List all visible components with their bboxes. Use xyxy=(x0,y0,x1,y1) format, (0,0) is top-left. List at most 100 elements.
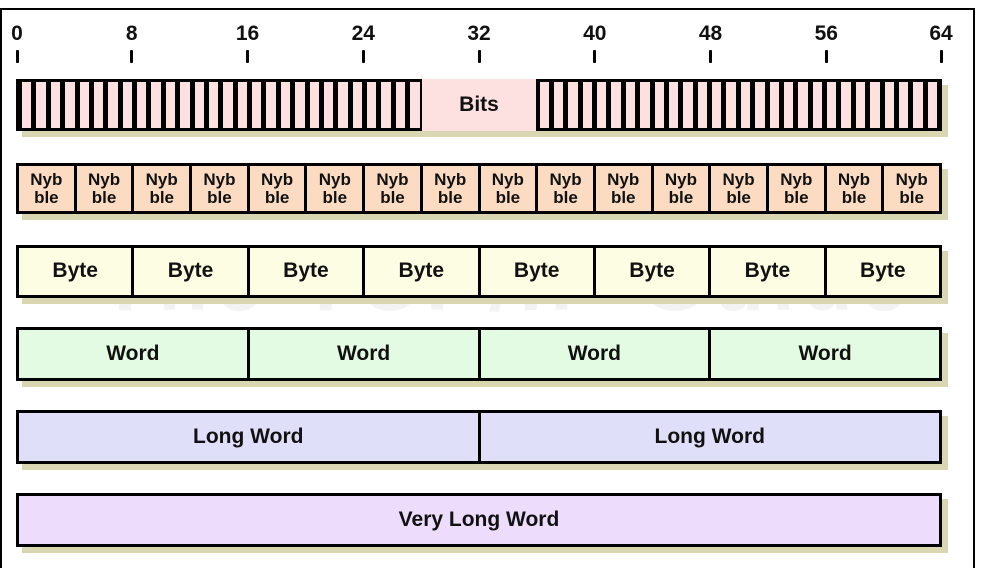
bit-cell xyxy=(194,82,204,128)
bit-cell xyxy=(726,82,736,128)
bit-cell xyxy=(927,82,937,128)
nybble-label-line1: Nyb xyxy=(203,169,236,189)
bit-cell xyxy=(712,82,722,128)
bit-cell xyxy=(122,82,132,128)
bit-cell xyxy=(654,82,664,128)
word-row: Word Word Word Word xyxy=(16,327,948,387)
bit-cell xyxy=(151,82,161,128)
tick-mark xyxy=(939,50,943,63)
bit-cell xyxy=(410,82,420,128)
bit-cell xyxy=(783,82,794,128)
bit-cell xyxy=(539,82,549,128)
nybble-label-line2: ble xyxy=(264,187,290,207)
bit-cell xyxy=(568,82,578,128)
tick-mark xyxy=(593,50,597,63)
bit-cell xyxy=(884,82,894,128)
bit-cell xyxy=(798,82,808,128)
bit-cell xyxy=(266,82,276,128)
bit-cell xyxy=(165,82,176,128)
bit-cell xyxy=(208,82,219,128)
word-cell: Word xyxy=(711,330,939,378)
nybble-label-line1: Nyb xyxy=(318,169,351,189)
nybble-label-line1: Nyb xyxy=(261,169,294,189)
nybble-label-line2: ble xyxy=(610,187,636,207)
nybble-label-line1: Nyb xyxy=(145,169,178,189)
tick-label: 40 xyxy=(583,22,607,45)
nybble-label-line1: Nyb xyxy=(376,169,409,189)
bit-cell xyxy=(352,82,362,128)
nybble-cell: Nyb ble xyxy=(884,166,939,211)
nybble-label-line2: ble xyxy=(784,187,809,207)
nybble-label-line2: ble xyxy=(726,187,751,207)
word-cell: Word xyxy=(480,330,712,378)
bit-cell xyxy=(913,82,923,128)
nybble-cell: Nyb ble xyxy=(134,166,193,211)
bit-cell xyxy=(827,82,837,128)
nybble-row: Nyb ble Nyb ble Nyb ble Nyb ble Nyb ble Nyb ble Nyb b… xyxy=(16,163,948,220)
nybble-label-line1: Nyb xyxy=(895,169,928,189)
tick-mark xyxy=(477,50,481,63)
nybble-cell: Nyb ble xyxy=(538,166,596,211)
byte-cell: Byte xyxy=(595,248,712,295)
nybble-cell: Nyb ble xyxy=(711,166,769,211)
bit-cell xyxy=(755,82,765,128)
word-cell: Word xyxy=(249,330,481,378)
tick-label: 0 xyxy=(11,22,23,45)
bit-cell xyxy=(898,82,909,128)
bit-cell xyxy=(668,82,679,128)
bit-cell xyxy=(812,82,822,128)
tick-label: 16 xyxy=(235,22,260,45)
nybble-label-line2: ble xyxy=(91,187,117,207)
very-long-word-cell: Very Long Word xyxy=(19,496,939,544)
nybble-label-line2: ble xyxy=(322,187,348,207)
very-long-word-row: Very Long Word xyxy=(16,493,948,553)
bit-cell xyxy=(22,82,32,128)
bit-cell xyxy=(50,82,61,128)
nybble-label-line1: Nyb xyxy=(780,169,813,189)
nybble-label-line2: ble xyxy=(899,187,924,207)
bits-row: Bits xyxy=(16,79,948,137)
long-word-cell: Long Word xyxy=(480,413,939,461)
tick-mark xyxy=(130,50,134,63)
bit-cell xyxy=(769,82,779,128)
nybble-cell: Nyb ble xyxy=(595,166,654,211)
bit-cell xyxy=(323,82,334,128)
byte-bar: Byte Byte Byte Byte Byte Byte Byte Byte xyxy=(16,245,942,298)
nybble-label-line1: Nyb xyxy=(491,169,524,189)
nybble-bar: Nyb ble Nyb ble Nyb ble Nyb ble Nyb ble Nyb ble Nyb b… xyxy=(16,163,942,214)
nybble-cell: Nyb ble xyxy=(422,166,481,211)
byte-cell: Byte xyxy=(365,248,481,295)
bit-cell xyxy=(841,82,851,128)
bit-cell xyxy=(93,82,104,128)
nybble-cell: Nyb ble xyxy=(365,166,423,211)
long-word-bar: Long Word Long Word xyxy=(16,410,942,464)
nybble-label-line1: Nyb xyxy=(722,169,755,189)
bit-cell xyxy=(137,82,147,128)
byte-cell: Byte xyxy=(19,248,135,295)
bit-cell xyxy=(870,82,880,128)
tick-mark xyxy=(15,50,19,63)
nybble-label-line1: Nyb xyxy=(87,169,121,189)
nybble-label-line1: Nyb xyxy=(549,169,582,189)
nybble-cell: Nyb ble xyxy=(768,166,827,211)
bit-cell xyxy=(855,82,866,128)
bit-cell xyxy=(582,82,592,128)
nybble-label-line1: Nyb xyxy=(434,169,467,189)
nybble-label-line1: Nyb xyxy=(837,169,871,189)
very-long-word-bar: Very Long Word xyxy=(16,493,942,547)
nybble-label-line2: ble xyxy=(668,187,694,207)
bits-label: Bits xyxy=(422,79,536,131)
word-cell: Word xyxy=(19,330,250,378)
bit-cell xyxy=(683,82,693,128)
nybble-cell: Nyb ble xyxy=(826,166,885,211)
bit-cell xyxy=(597,82,607,128)
tick-mark xyxy=(709,50,712,63)
nybble-cell: Nyb ble xyxy=(480,166,539,211)
nybble-cell: Nyb ble xyxy=(76,166,135,211)
nybble-cell: Nyb ble xyxy=(192,166,250,211)
tick-label: 8 xyxy=(125,22,138,45)
nybble-label-line1: Nyb xyxy=(664,169,697,189)
bit-cell xyxy=(180,82,190,128)
nybble-cell: Nyb ble xyxy=(19,166,77,211)
byte-cell: Byte xyxy=(711,248,827,295)
